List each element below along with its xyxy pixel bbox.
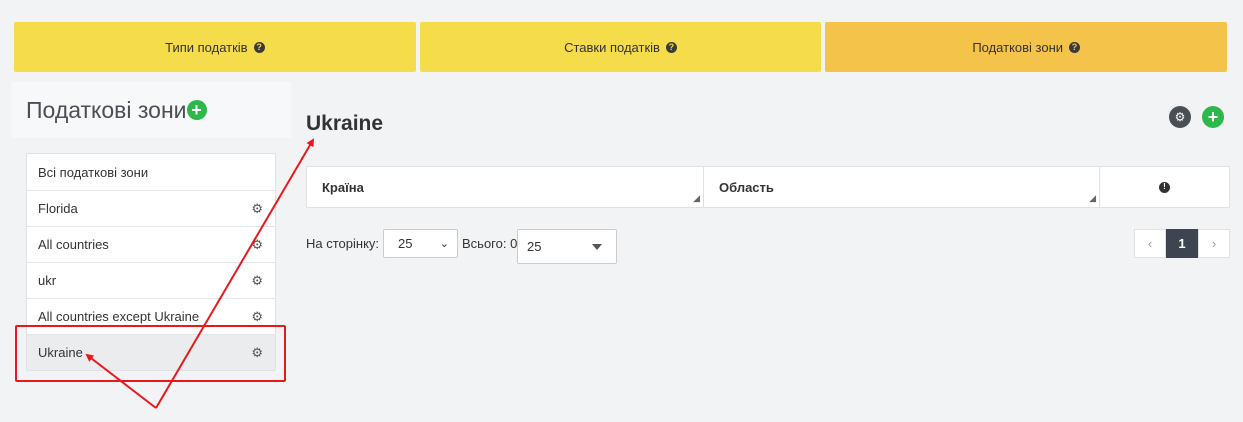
- column-header-region[interactable]: Область ◢: [704, 167, 1100, 207]
- total-select[interactable]: 25: [517, 229, 617, 264]
- zone-item-all-countries[interactable]: All countries ⚙: [27, 226, 275, 262]
- tab-tax-zones[interactable]: Податкові зони ?: [825, 22, 1228, 72]
- caret-down-icon: [592, 243, 602, 250]
- zone-item-ukr[interactable]: ukr ⚙: [27, 262, 275, 298]
- gear-icon[interactable]: ⚙: [251, 309, 263, 325]
- gear-icon[interactable]: ⚙: [251, 201, 263, 217]
- tab-tax-types[interactable]: Типи податків ?: [14, 22, 416, 72]
- per-page-select[interactable]: 25 ⌄: [383, 229, 458, 258]
- add-zone-plus-icon[interactable]: +: [186, 100, 207, 120]
- zone-item-label: All countries: [38, 237, 109, 252]
- next-page-button[interactable]: ›: [1198, 229, 1230, 258]
- prev-page-button[interactable]: ‹: [1134, 229, 1166, 258]
- sidebar-header: Податкові зони +: [11, 82, 291, 138]
- tab-tax-rates[interactable]: Ставки податків ?: [419, 22, 822, 72]
- zone-item-label: Всі податкові зони: [38, 164, 149, 180]
- total-label: Всього: 0: [462, 236, 518, 251]
- tab-tax-zones-label: Податкові зони: [972, 39, 1064, 55]
- zone-item-florida[interactable]: Florida ⚙: [27, 190, 275, 226]
- column-header-label: Область: [719, 179, 774, 195]
- gear-icon[interactable]: ⚙: [251, 345, 263, 361]
- gear-icon[interactable]: ⚙: [251, 237, 263, 253]
- zone-item-label: ukr: [38, 273, 57, 288]
- tax-tabs: Типи податків ? Ставки податків ? Податк…: [14, 22, 1228, 72]
- zone-title: Ukraine: [306, 112, 384, 135]
- zone-item-label: Ukraine: [38, 345, 83, 360]
- column-header-country[interactable]: Країна ◢: [307, 167, 704, 207]
- zone-item-all-except-ukraine[interactable]: All countries except Ukraine ⚙: [27, 298, 275, 334]
- tab-tax-types-label: Типи податків: [165, 39, 248, 55]
- zone-list: Всі податкові зони Florida ⚙ All countri…: [26, 153, 276, 371]
- pagination: ‹ 1 ›: [1134, 229, 1230, 258]
- chevron-down-icon: ⌄: [439, 238, 449, 250]
- gear-icon[interactable]: ⚙: [251, 273, 263, 289]
- zone-item-ukraine[interactable]: Ukraine ⚙: [27, 334, 275, 370]
- per-page-label: На сторінку:: [306, 236, 380, 251]
- zone-item-all[interactable]: Всі податкові зони: [27, 154, 275, 190]
- question-icon[interactable]: ?: [1069, 41, 1081, 53]
- question-icon[interactable]: ?: [253, 41, 265, 53]
- column-header-info: !: [1100, 167, 1229, 207]
- column-header-label: Країна: [322, 179, 364, 195]
- question-icon[interactable]: ?: [665, 41, 677, 53]
- tab-tax-rates-label: Ставки податків: [564, 39, 660, 55]
- sidebar-title: Податкові зони: [26, 96, 187, 123]
- zone-item-label: All countries except Ukraine: [38, 309, 200, 324]
- info-icon: !: [1159, 181, 1170, 193]
- total-select-value: 25: [527, 239, 542, 254]
- pager-row: На сторінку: 25 ⌄ Всього: 0 25 ‹ 1 ›: [306, 229, 1230, 265]
- settings-gears-icon[interactable]: ⚙: [1169, 106, 1191, 128]
- page-button-current[interactable]: 1: [1166, 229, 1198, 258]
- resize-handle-icon[interactable]: ◢: [1089, 193, 1096, 204]
- zone-item-label: Florida: [38, 201, 78, 216]
- per-page-value: 25: [398, 236, 413, 251]
- regions-table: Країна ◢ Область ◢ !: [306, 166, 1230, 208]
- add-region-plus-icon[interactable]: +: [1202, 106, 1224, 128]
- resize-handle-icon[interactable]: ◢: [693, 193, 700, 204]
- zone-actions: ⚙ +: [1169, 106, 1224, 128]
